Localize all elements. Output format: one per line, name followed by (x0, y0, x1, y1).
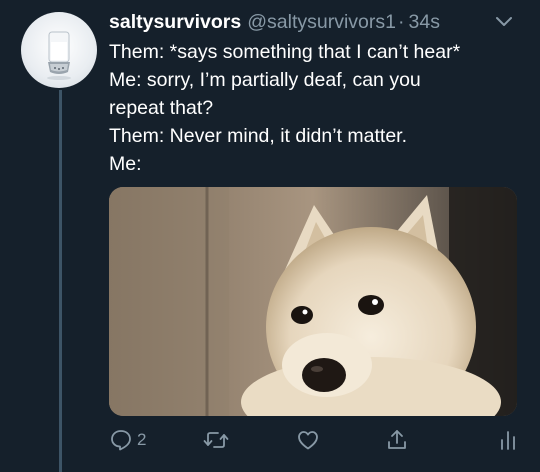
separator-dot: · (398, 10, 405, 33)
display-name[interactable]: saltysurvivors (109, 11, 241, 34)
share-button[interactable] (385, 424, 409, 456)
user-handle[interactable]: @saltysurvivors1 (247, 11, 396, 34)
tweet-text: Them: *says something that I can’t hear*… (109, 38, 529, 178)
reply-button[interactable]: 2 (109, 424, 146, 456)
share-icon (388, 430, 406, 449)
tweet-actions: 2 (109, 424, 529, 456)
thread-line (59, 90, 62, 472)
chevron-down-icon[interactable] (494, 14, 514, 30)
retweet-icon (203, 432, 229, 448)
analytics-icon (501, 431, 515, 450)
retweet-button[interactable] (203, 424, 229, 456)
tweet-line: Me: (109, 153, 142, 175)
tweet-line: Them: *says something that I can’t hear* (109, 41, 461, 63)
salt-shaker-icon (47, 31, 71, 80)
sad-dog-image (109, 187, 517, 416)
heart-icon (298, 431, 318, 450)
tweet-line: repeat that? (109, 97, 214, 119)
reply-count: 2 (137, 430, 147, 449)
timestamp[interactable]: 34s (409, 11, 440, 34)
like-button[interactable] (296, 424, 320, 456)
analytics-button[interactable] (497, 424, 519, 456)
tweet-line: Me: sorry, I’m partially deaf, can you (109, 69, 421, 91)
tweet-header: saltysurvivors @saltysurvivors1 · 34s (109, 8, 526, 36)
reply-icon (111, 430, 131, 451)
tweet-image[interactable] (109, 187, 517, 416)
tweet-line: Them: Never mind, it didn’t matter. (109, 125, 408, 147)
avatar[interactable] (21, 12, 97, 88)
